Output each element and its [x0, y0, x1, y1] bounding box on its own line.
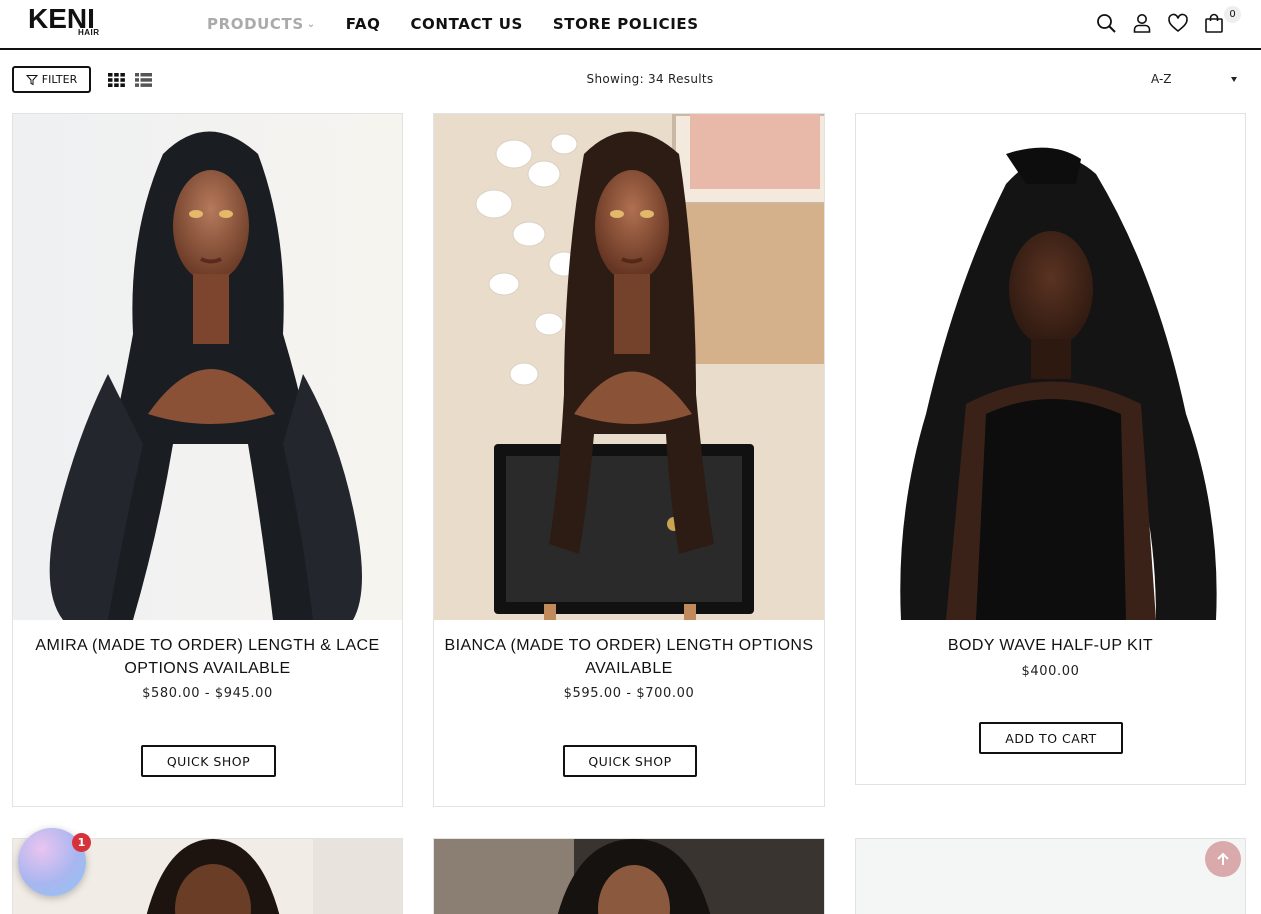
- product-card[interactable]: BIANCA (MADE TO ORDER) LENGTH OPTIONS AV…: [433, 113, 825, 807]
- arrow-up-icon: [1217, 852, 1229, 865]
- site-header: KENI HAIR PRODUCTS ⌄ FAQ CONTACT US STORE…: [0, 0, 1261, 50]
- product-title[interactable]: AMIRA (MADE TO ORDER) LENGTH & LACE OPTI…: [23, 634, 392, 680]
- product-image[interactable]: [856, 839, 1246, 914]
- sort-select[interactable]: A-Z: [1151, 72, 1241, 86]
- product-price: $400.00: [1021, 664, 1080, 679]
- cart-count-badge: 0: [1224, 6, 1241, 23]
- main-nav: PRODUCTS ⌄ FAQ CONTACT US STORE POLICIES: [207, 14, 699, 35]
- account-icon[interactable]: [1131, 12, 1153, 34]
- results-count: Showing: 34 Results: [586, 72, 714, 86]
- header-icons: 0: [1095, 6, 1241, 34]
- cart-bag-icon[interactable]: 0: [1203, 6, 1241, 34]
- product-price: $595.00 - $700.00: [563, 686, 695, 701]
- product-title[interactable]: BODY WAVE HALF-UP KIT: [866, 634, 1235, 657]
- product-price: $580.00 - $945.00: [142, 686, 273, 701]
- logo-sub-text: HAIR: [78, 28, 100, 37]
- product-card[interactable]: [433, 838, 825, 914]
- search-icon[interactable]: [1095, 12, 1117, 34]
- product-image[interactable]: [434, 839, 825, 914]
- nav-store-policies[interactable]: STORE POLICIES: [553, 14, 699, 35]
- product-card[interactable]: BODY WAVE HALF-UP KIT $400.00 ADD TO CAR…: [855, 113, 1246, 785]
- scroll-to-top-button[interactable]: [1205, 841, 1241, 877]
- product-title[interactable]: BIANCA (MADE TO ORDER) LENGTH OPTIONS AV…: [444, 634, 814, 680]
- chat-notification-badge: 1: [72, 833, 91, 852]
- add-to-cart-button[interactable]: ADD TO CART: [979, 722, 1123, 754]
- nav-faq[interactable]: FAQ: [346, 14, 381, 35]
- keni-hair-logo[interactable]: KENI HAIR: [28, 5, 100, 39]
- sort-value: A-Z: [1151, 72, 1172, 86]
- product-image[interactable]: [856, 114, 1245, 620]
- product-card[interactable]: [855, 838, 1246, 914]
- product-image[interactable]: [13, 114, 402, 620]
- chevron-down-icon: ⌄: [306, 19, 316, 30]
- product-image[interactable]: [434, 114, 824, 620]
- nav-products[interactable]: PRODUCTS ⌄: [207, 14, 316, 35]
- quick-shop-button[interactable]: QUICK SHOP: [141, 745, 276, 777]
- wishlist-heart-icon[interactable]: [1167, 12, 1189, 34]
- collection-toolbar: FILTER Showing: 34 Results A-Z: [0, 66, 1261, 94]
- product-card[interactable]: AMIRA (MADE TO ORDER) LENGTH & LACE OPTI…: [12, 113, 403, 807]
- nav-products-label: PRODUCTS: [207, 15, 304, 33]
- nav-contact-us[interactable]: CONTACT US: [410, 14, 522, 35]
- caret-down-icon: [1231, 77, 1237, 82]
- quick-shop-button[interactable]: QUICK SHOP: [563, 745, 697, 777]
